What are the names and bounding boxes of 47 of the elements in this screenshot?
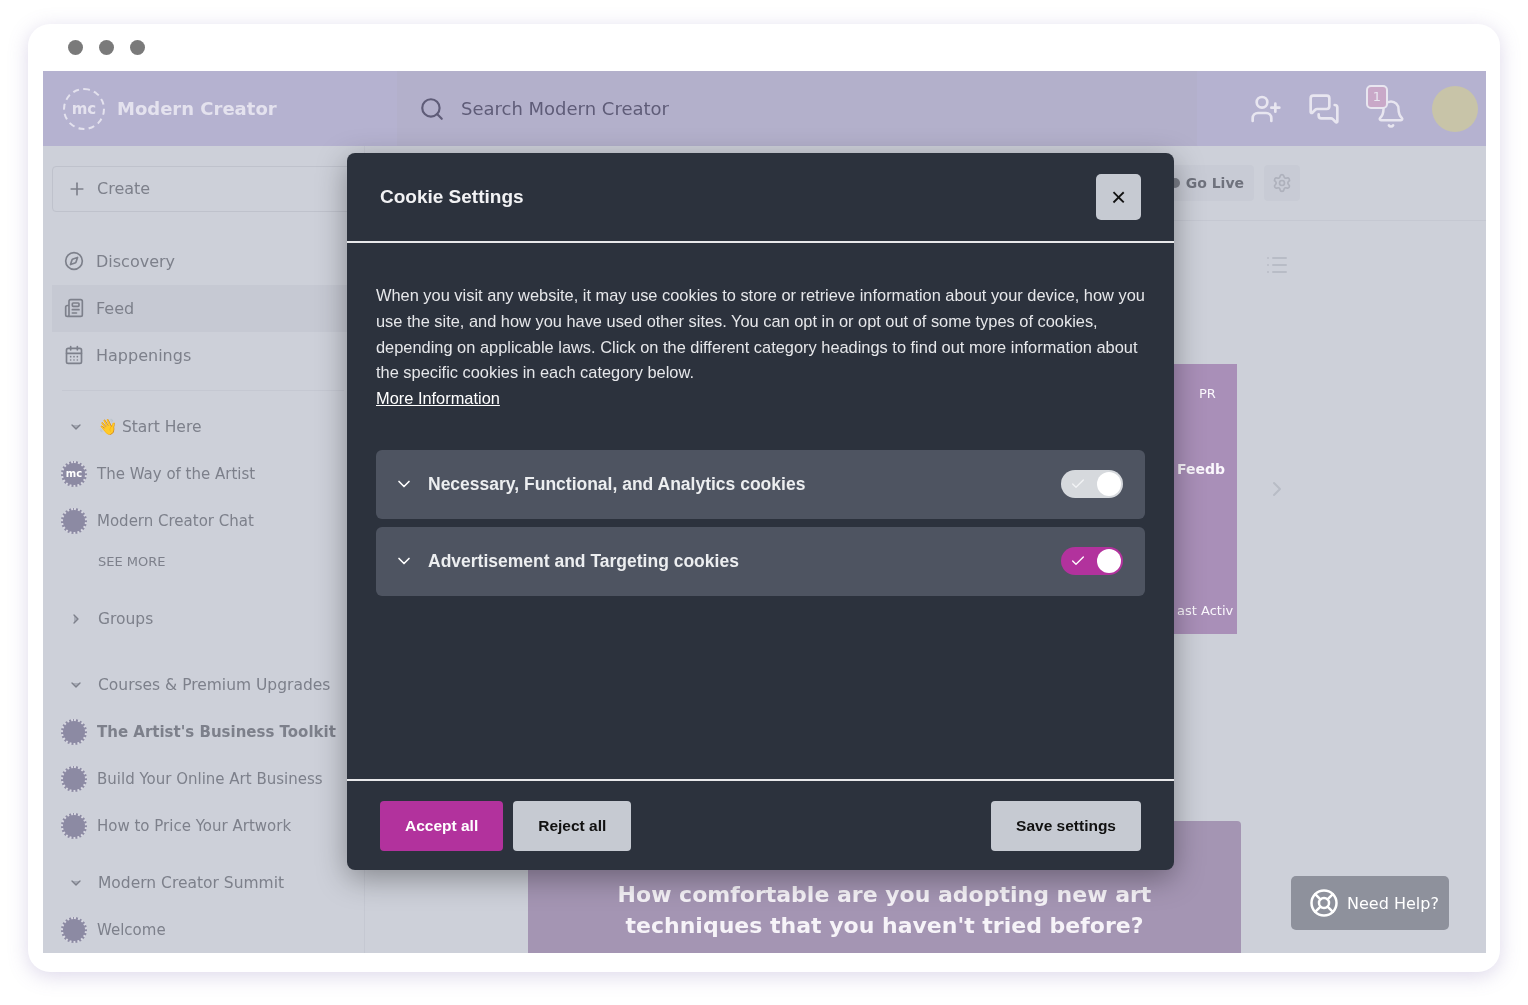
section-header[interactable]: Modern Creator Summit <box>52 859 364 907</box>
dialog-button[interactable]: Save settings <box>991 800 1141 851</box>
card-title: Feedb <box>1177 461 1227 477</box>
settings-button[interactable] <box>1264 165 1300 201</box>
window-dot[interactable] <box>68 40 83 55</box>
section-header[interactable]: Groups <box>52 595 364 642</box>
toggle-switch[interactable] <box>1061 547 1123 576</box>
notification-badge: 1 <box>1366 84 1388 109</box>
chat-icon[interactable] <box>1308 92 1340 125</box>
dialog-text: When you visit any website, it may use cookies to store or retrieve information about your device, how you use the site, and how you have used other sites. You can opt in or opt out of some types of cookies, depending on applicable laws. Click on the different category headings to find out more information about the specific cookies in each category below. <box>376 285 1145 384</box>
space-logo: mc <box>61 460 87 487</box>
card-footer: ast Activ <box>1177 603 1237 618</box>
close-button[interactable]: × <box>1096 174 1141 220</box>
space-logo <box>61 766 87 793</box>
space-item[interactable]: How to Price Your Artwork <box>52 802 364 850</box>
dialog-title: Cookie Settings <box>380 186 524 208</box>
window-dot[interactable] <box>130 40 145 55</box>
category-label: Necessary, Functional, and Analytics cookies <box>428 474 807 495</box>
nav-item[interactable]: Discovery <box>52 237 352 285</box>
cookie-category[interactable]: Advertisement and Targeting cookies <box>376 527 1145 596</box>
space-item[interactable]: Build Your Online Art Business <box>52 755 364 803</box>
more-information-link[interactable]: More Information <box>376 386 500 412</box>
dialog-button[interactable]: Reject all <box>513 800 632 851</box>
space-logo <box>61 916 87 943</box>
section-header[interactable]: 👋 Start Here <box>52 403 364 451</box>
search-field[interactable]: Search Modern Creator <box>397 71 1197 146</box>
gear-icon <box>1272 173 1292 193</box>
search-icon <box>419 95 445 122</box>
space-logo <box>61 719 87 746</box>
compass-icon <box>64 251 84 272</box>
section-header[interactable]: Courses & Premium Upgrades <box>52 661 364 709</box>
space-logo <box>61 812 87 839</box>
space-item[interactable]: mc The Way of the Artist <box>52 450 364 498</box>
category-label: Advertisement and Targeting cookies <box>428 551 740 572</box>
post-card[interactable]: PR Feedb ast Activ <box>1173 364 1237 634</box>
space-item[interactable]: Modern Creator Chat <box>52 497 364 544</box>
space-item[interactable]: Welcome <box>52 906 364 953</box>
feed-icon <box>64 298 84 319</box>
lifebuoy-icon <box>1309 888 1339 918</box>
card-tag: PR <box>1199 386 1237 401</box>
space-logo <box>61 507 87 534</box>
space-item[interactable]: The Artist's Business Toolkit <box>52 708 364 756</box>
window-dot[interactable] <box>99 40 114 55</box>
avatar[interactable] <box>1432 85 1478 132</box>
accept-button[interactable]: Accept all <box>380 800 504 851</box>
help-button[interactable]: Need Help? <box>1291 876 1449 930</box>
calendar-icon <box>64 345 84 366</box>
